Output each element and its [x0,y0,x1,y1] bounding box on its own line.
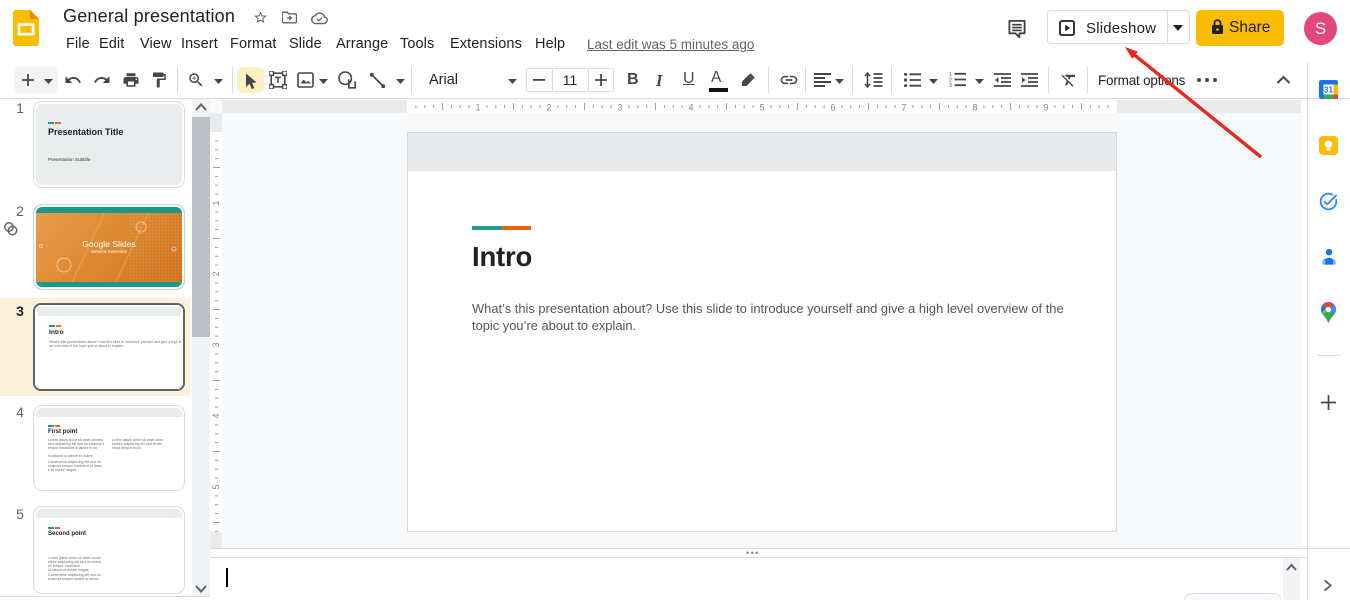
svg-text:3: 3 [211,342,221,347]
svg-text:4: 4 [211,413,221,418]
svg-text:1: 1 [211,200,221,205]
svg-text:5: 5 [759,103,764,113]
svg-text:3: 3 [949,83,952,87]
svg-text:8: 8 [972,103,977,113]
svg-text:2: 2 [211,271,221,276]
svg-text:2: 2 [546,103,551,113]
svg-text:4: 4 [688,103,693,113]
svg-text:5: 5 [211,484,221,489]
svg-text:1: 1 [475,103,480,113]
svg-text:9: 9 [1043,103,1048,113]
svg-text:7: 7 [901,103,906,113]
svg-text:31: 31 [1324,85,1333,94]
svg-text:3: 3 [617,103,622,113]
svg-text:6: 6 [830,103,835,113]
